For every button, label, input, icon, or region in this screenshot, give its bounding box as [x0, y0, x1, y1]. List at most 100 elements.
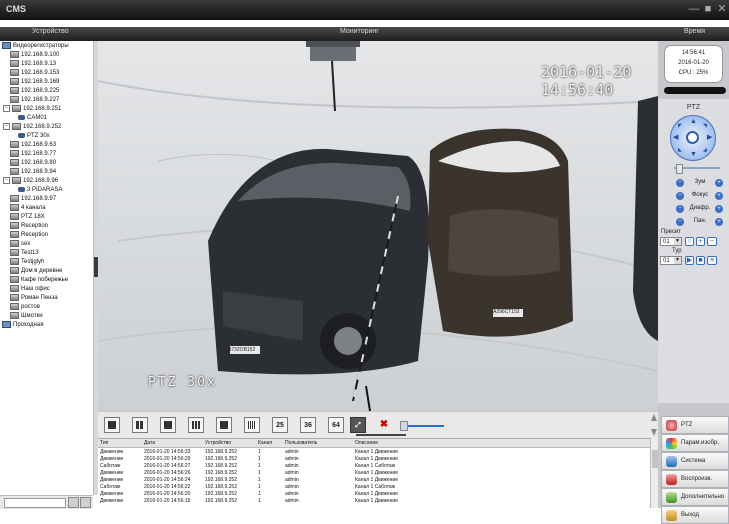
- zoom-out-button[interactable]: −: [676, 179, 684, 187]
- zoom-in-button[interactable]: +: [715, 179, 723, 187]
- tree-item[interactable]: PTZ 30x: [18, 132, 50, 141]
- log-col-device[interactable]: Устройство: [205, 440, 231, 446]
- tree-item[interactable]: 3 PIDARASA: [18, 186, 62, 195]
- tree-item[interactable]: 192.168.9.100: [10, 51, 59, 60]
- iris-open-button[interactable]: +: [715, 205, 723, 213]
- table-row[interactable]: Движение 2016-01-20 14:56:20 192.168.9.252…: [98, 491, 650, 498]
- tree-search-input[interactable]: [4, 498, 66, 508]
- menu-exit-button[interactable]: Выход: [661, 506, 729, 524]
- pan-left-button[interactable]: −: [676, 218, 684, 226]
- tree-item[interactable]: 192.168.9.94: [10, 168, 56, 177]
- collapse-icon[interactable]: −: [3, 105, 10, 112]
- tree-item[interactable]: 192.168.9.227: [10, 96, 59, 105]
- arrow-up-left-icon[interactable]: ◤: [678, 123, 682, 130]
- arrow-up-right-icon[interactable]: ◥: [703, 123, 707, 130]
- tree-root[interactable]: Видеорегистраторы: [2, 42, 69, 51]
- arrow-right-icon[interactable]: ▶: [707, 134, 712, 141]
- arrow-down-left-icon[interactable]: ◣: [678, 147, 682, 154]
- tree-item[interactable]: Шмотки: [10, 312, 43, 321]
- log-col-date[interactable]: Дата: [144, 440, 155, 446]
- menu-extra-button[interactable]: Дополнительно: [661, 488, 729, 506]
- video-view[interactable]: 2016-01-20 14:56:40 PTZ 30x В732ОВ152 А2…: [98, 41, 658, 411]
- tree-item[interactable]: PTZ 18X: [10, 213, 45, 222]
- tree-item[interactable]: 192.168.9.13: [10, 60, 56, 69]
- fullscreen-button[interactable]: ⤢: [350, 417, 366, 433]
- log-col-user[interactable]: Пользователь: [285, 440, 317, 446]
- collapse-icon[interactable]: −: [3, 123, 10, 130]
- tree-item[interactable]: 192.168.9.80: [10, 159, 56, 168]
- pan-right-button[interactable]: +: [715, 218, 723, 226]
- menu-system-button[interactable]: Система: [661, 452, 729, 470]
- ptz-center-button[interactable]: [686, 131, 699, 144]
- preset-select[interactable]: 01 ▼: [660, 237, 682, 246]
- tree-item[interactable]: Reception: [10, 231, 48, 240]
- layout-16-button[interactable]: [244, 417, 260, 433]
- table-row[interactable]: Движение 2016-01-20 14:56:33 192.168.9.252…: [98, 449, 650, 456]
- preset-add-button[interactable]: +: [696, 237, 705, 246]
- collapse-icon[interactable]: −: [3, 177, 10, 184]
- layout-6-button[interactable]: [160, 417, 176, 433]
- layout-64-button[interactable]: 64: [328, 417, 344, 433]
- tree-item[interactable]: 192.168.9.97: [10, 195, 56, 204]
- tour-select[interactable]: 01 ▼: [660, 256, 682, 265]
- tree-item[interactable]: Дом в деревне: [10, 267, 62, 276]
- log-col-description[interactable]: Описание: [355, 440, 378, 446]
- layout-1-button[interactable]: [104, 417, 120, 433]
- ptz-joystick[interactable]: ▲ ▼ ◀ ▶ ◤ ◥ ◣ ◢: [670, 115, 716, 161]
- close-button[interactable]: ✕: [715, 2, 729, 16]
- arrow-up-icon[interactable]: ▲: [690, 118, 697, 125]
- tour-play-button[interactable]: ▶: [685, 256, 694, 265]
- arrow-left-icon[interactable]: ◀: [673, 134, 678, 141]
- tree-item[interactable]: 4 канала: [10, 204, 46, 213]
- table-row[interactable]: Саботаж 2016-01-20 14:56:22 192.168.9.252 1…: [98, 484, 650, 491]
- layout-25-button[interactable]: 25: [272, 417, 288, 433]
- table-row[interactable]: Движение 2016-01-20 14:56:24 192.168.9.252…: [98, 477, 650, 484]
- arrow-down-icon[interactable]: ▼: [690, 151, 697, 158]
- log-col-type[interactable]: Тип: [100, 440, 108, 446]
- tree-item[interactable]: sex: [10, 240, 30, 249]
- minimize-button[interactable]: —: [687, 2, 701, 16]
- tree-item[interactable]: Наш офис: [10, 285, 50, 294]
- toolbar-scroll[interactable]: [650, 412, 658, 438]
- tree-item[interactable]: 192.168.9.77: [10, 150, 56, 159]
- menu-playback-button[interactable]: Воспроизв.: [661, 470, 729, 488]
- tree-item[interactable]: ростов: [10, 303, 40, 312]
- volume-track[interactable]: [404, 425, 444, 427]
- table-row[interactable]: Саботаж 2016-01-20 14:56:27 192.168.9.252 1…: [98, 463, 650, 470]
- table-row[interactable]: Движение 2016-01-20 14:56:29 192.168.9.252…: [98, 456, 650, 463]
- menu-ptz-button[interactable]: PTZ: [661, 416, 729, 434]
- log-col-channel[interactable]: Канал: [258, 440, 272, 446]
- tree-item[interactable]: − 192.168.9.251: [3, 105, 61, 114]
- tree-item[interactable]: 192.168.9.169: [10, 78, 59, 87]
- tree-item[interactable]: Test13: [10, 249, 39, 258]
- restore-button[interactable]: ■: [701, 2, 715, 16]
- tree-item[interactable]: − 192.168.9.96: [3, 177, 58, 186]
- focus-near-button[interactable]: −: [676, 192, 684, 200]
- table-row[interactable]: Движение 2016-01-20 14:56:26 192.168.9.252…: [98, 470, 650, 477]
- tour-stop-button[interactable]: ■: [696, 256, 705, 265]
- tree-item[interactable]: 192.168.9.225: [10, 87, 59, 96]
- preset-remove-button[interactable]: −: [707, 237, 717, 246]
- tree-right-button[interactable]: [80, 497, 91, 508]
- menu-image-button[interactable]: Парам.изобр.: [661, 434, 729, 452]
- tree-item[interactable]: Reception: [10, 222, 48, 231]
- tree-second-root[interactable]: Проходная: [2, 321, 43, 330]
- tree-left-button[interactable]: [68, 497, 79, 508]
- preset-goto-button[interactable]: ○: [685, 237, 694, 246]
- iris-close-button[interactable]: −: [676, 205, 684, 213]
- layout-36-button[interactable]: 36: [300, 417, 316, 433]
- table-row[interactable]: Движение 2016-01-20 14:56:15 192.168.9.252…: [98, 498, 650, 505]
- tree-item[interactable]: 192.168.9.63: [10, 141, 56, 150]
- tree-item[interactable]: 192.168.9.153: [10, 69, 59, 78]
- arrow-down-right-icon[interactable]: ◢: [703, 147, 707, 154]
- tree-item[interactable]: CAM01: [18, 114, 47, 123]
- tour-list-button[interactable]: ≡: [707, 256, 717, 265]
- layout-4-button[interactable]: [132, 417, 148, 433]
- tree-item[interactable]: Testjglyh: [10, 258, 44, 267]
- ptz-speed-handle[interactable]: [676, 164, 683, 174]
- mute-icon[interactable]: ✖: [376, 417, 392, 433]
- ptz-speed-slider[interactable]: [674, 164, 720, 174]
- tree-item[interactable]: − 192.168.9.252: [3, 123, 61, 132]
- tree-item[interactable]: Кафе побережье: [10, 276, 68, 285]
- layout-9-button[interactable]: [216, 417, 232, 433]
